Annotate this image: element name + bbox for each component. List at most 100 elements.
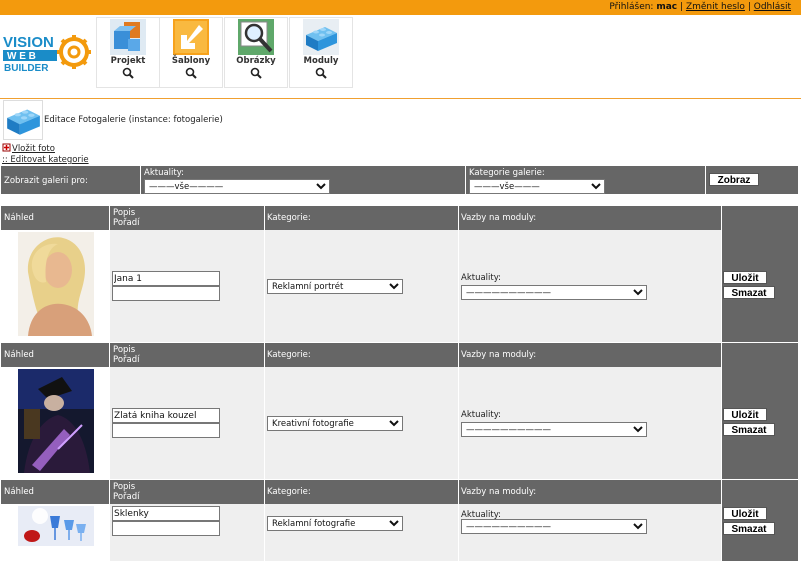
col-preview: Náhled — [4, 213, 34, 223]
thumbnail[interactable] — [18, 232, 94, 339]
category-cell: Reklamní fotografie — [265, 504, 458, 561]
category-select[interactable]: Reklamní fotografie — [267, 516, 403, 531]
cell-divider — [140, 166, 141, 194]
cell-divider — [458, 206, 459, 230]
col-preview: Náhled — [4, 487, 34, 497]
preview-cell — [1, 504, 109, 561]
cell-divider — [721, 343, 722, 367]
lego-brick-icon — [303, 19, 339, 55]
filter-bar: Zobrazit galerii pro: Aktuality: ———vše—… — [1, 166, 798, 194]
cell-divider — [264, 480, 265, 504]
category-cell: Reklamní portrét — [265, 230, 458, 342]
desc-cell — [110, 367, 264, 479]
category-select[interactable]: Kreativní fotografie — [267, 416, 403, 431]
arrow-icon — [173, 19, 209, 55]
module-title: Editace Fotogalerie (instance: fotogaler… — [44, 115, 223, 125]
edit-categories-link[interactable]: :: Editovat kategorie — [2, 155, 89, 165]
nav-label: Šablony — [171, 56, 211, 66]
magnifier-icon — [250, 67, 262, 79]
col-order: Pořadí — [113, 355, 140, 365]
table-header-row: Náhled Popis Pořadí Kategorie: Vazby na … — [1, 343, 798, 367]
separator: | — [747, 2, 751, 12]
order-input[interactable] — [112, 423, 220, 438]
table-row: Reklamní fotografie Aktuality: —————————… — [1, 504, 798, 561]
filter-news-select[interactable]: ———vše———— — [144, 179, 330, 194]
lego-brick-icon — [7, 109, 40, 135]
nav-moduly-button[interactable]: Moduly — [289, 17, 353, 88]
links-cell: Aktuality: —————————— — [459, 367, 721, 479]
module-icon-box — [3, 100, 43, 140]
logout-link[interactable]: Odhlásit — [754, 2, 791, 12]
show-button[interactable]: Zobraz — [709, 173, 759, 186]
order-input[interactable] — [112, 286, 220, 301]
news-link-select[interactable]: —————————— — [461, 422, 647, 437]
cell-divider — [465, 166, 466, 194]
col-links: Vazby na moduly: — [461, 350, 537, 360]
table-header-row: Náhled Popis Pořadí Kategorie: Vazby na … — [1, 480, 798, 504]
news-link-select[interactable]: —————————— — [461, 519, 647, 534]
nav-projekt-button[interactable]: Projekt — [96, 17, 160, 88]
filter-category-select[interactable]: ———vše——— — [469, 179, 605, 194]
delete-button[interactable]: Smazat — [723, 286, 775, 299]
save-button[interactable]: Uložit — [723, 271, 767, 284]
preview-cell — [1, 367, 109, 479]
col-desc: Popis — [113, 345, 136, 355]
col-links: Vazby na moduly: — [461, 487, 537, 497]
nav-label: Projekt — [110, 56, 146, 66]
change-password-link[interactable]: Změnit heslo — [686, 2, 745, 12]
magnifier-icon — [185, 67, 197, 79]
order-input[interactable] — [112, 521, 220, 536]
col-desc: Popis — [113, 482, 136, 492]
thumbnail[interactable] — [18, 506, 94, 549]
links-cell: Aktuality: —————————— — [459, 230, 721, 342]
action-links: Vložit foto :: Editovat kategorie — [2, 142, 89, 166]
col-preview: Náhled — [4, 350, 34, 360]
separator: | — [680, 2, 684, 12]
description-input[interactable] — [112, 271, 220, 286]
cell-divider — [264, 343, 265, 367]
save-button[interactable]: Uložit — [723, 408, 767, 421]
delete-button[interactable]: Smazat — [723, 522, 775, 535]
delete-button[interactable]: Smazat — [723, 423, 775, 436]
magnifier-icon — [315, 67, 327, 79]
cell-divider — [109, 343, 110, 367]
actions-cell: Uložit Smazat — [722, 367, 798, 479]
cell-divider — [458, 480, 459, 504]
thumbnail[interactable] — [18, 369, 94, 476]
category-select[interactable]: Reklamní portrét — [267, 279, 403, 294]
cell-divider — [264, 206, 265, 230]
news-link-select[interactable]: —————————— — [461, 285, 647, 300]
links-cell: Aktuality: —————————— — [459, 504, 721, 561]
col-desc: Popis — [113, 208, 136, 218]
nav-sablony-button[interactable]: Šablony — [159, 17, 223, 88]
nav-label: Moduly — [303, 56, 339, 66]
col-order: Pořadí — [113, 218, 140, 228]
save-button[interactable]: Uložit — [723, 507, 767, 520]
top-status-bar: Přihlášen: mac | Změnit heslo | Odhlásit — [0, 0, 801, 15]
svg-text:W E B: W E B — [7, 51, 36, 62]
col-links: Vazby na moduly: — [461, 213, 537, 223]
cell-divider — [109, 480, 110, 504]
nav-obrazky-button[interactable]: Obrázky — [224, 17, 288, 88]
filter-category-label: Kategorie galerie: — [469, 168, 545, 178]
news-label: Aktuality: — [461, 273, 501, 283]
desc-cell — [110, 230, 264, 342]
preview-cell — [1, 230, 109, 342]
svg-text:VISION: VISION — [3, 34, 54, 51]
actions-cell: Uložit Smazat — [722, 504, 798, 561]
thumbnail-image — [18, 506, 94, 546]
filter-label: Zobrazit galerii pro: — [4, 176, 88, 186]
cell-divider — [109, 206, 110, 230]
col-category: Kategorie: — [267, 213, 311, 223]
vision-web-builder-logo[interactable]: VISION W E B BUILDER — [1, 27, 91, 77]
cell-divider — [458, 343, 459, 367]
description-input[interactable] — [112, 506, 220, 521]
header-divider — [0, 98, 801, 99]
table-row: Kreativní fotografie Aktuality: ————————… — [1, 367, 798, 479]
col-category: Kategorie: — [267, 487, 311, 497]
cell-divider — [705, 166, 706, 194]
filter-news-label: Aktuality: — [144, 168, 184, 178]
add-photo-link[interactable]: Vložit foto — [12, 144, 55, 154]
description-input[interactable] — [112, 408, 220, 423]
username: mac — [656, 2, 678, 12]
